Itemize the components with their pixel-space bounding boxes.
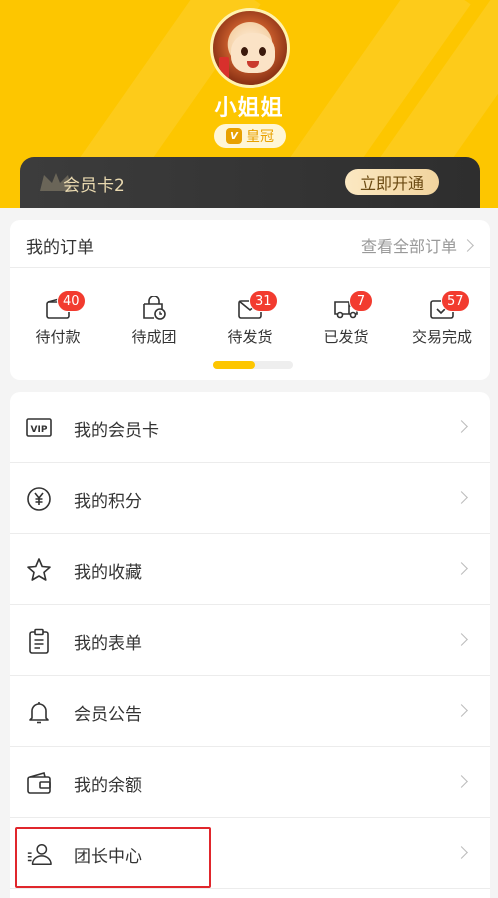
menu-item-forms[interactable]: 我的表单 bbox=[10, 605, 490, 676]
order-scroll-thumb bbox=[213, 361, 255, 369]
chevron-right-icon bbox=[455, 562, 468, 575]
level-label: 皇冠 bbox=[246, 129, 274, 145]
svg-text:VIP: VIP bbox=[31, 425, 48, 435]
member-card-title: 会员卡2 bbox=[63, 176, 125, 196]
menu-item-label: 会员公告 bbox=[74, 705, 142, 725]
wallet-balance-icon bbox=[27, 772, 51, 794]
chevron-right-icon bbox=[455, 704, 468, 717]
bell-icon bbox=[29, 702, 49, 724]
badge-count: 40 bbox=[57, 290, 86, 312]
username: 小姐姐 bbox=[214, 96, 284, 121]
menu-item-label: 我的会员卡 bbox=[74, 421, 159, 441]
order-status-pending-payment[interactable]: 40 待付款 bbox=[13, 290, 103, 350]
badge-count: 57 bbox=[441, 290, 470, 312]
menu-item-member-card[interactable]: VIP 我的会员卡 bbox=[10, 392, 490, 463]
yen-coin-icon bbox=[27, 487, 51, 511]
order-status-completed[interactable]: 57 交易完成 bbox=[397, 290, 487, 350]
order-status-label: 已发货 bbox=[323, 328, 369, 346]
menu-item-label: 我的余额 bbox=[74, 776, 142, 796]
chevron-right-icon bbox=[455, 491, 468, 504]
member-card-banner[interactable]: 会员卡2 立即开通 bbox=[20, 157, 480, 208]
menu-item-label: 我的收藏 bbox=[74, 563, 142, 583]
order-status-label: 交易完成 bbox=[411, 328, 472, 346]
clipboard-icon bbox=[29, 628, 49, 654]
chevron-right-icon bbox=[455, 633, 468, 646]
chevron-right-icon bbox=[455, 420, 468, 433]
level-badge: V 皇冠 bbox=[214, 124, 286, 148]
badge-count: 7 bbox=[349, 290, 373, 312]
orders-card: 我的订单 查看全部订单 40 待付款 待成团 31 待发货 7 已发货 57 交… bbox=[10, 220, 490, 380]
menu-item-balance[interactable]: 我的余额 bbox=[10, 747, 490, 818]
order-status-pending-group[interactable]: 待成团 bbox=[109, 290, 199, 350]
bag-clock-icon bbox=[143, 296, 166, 320]
chevron-right-icon bbox=[455, 775, 468, 788]
orders-title: 我的订单 bbox=[26, 238, 94, 258]
menu-item-label: 我的表单 bbox=[74, 634, 142, 654]
chevron-right-icon bbox=[461, 238, 474, 252]
menu-list: VIP 我的会员卡 我的积分 我的收藏 我的表单 会员公告 我的余额 团长中心 bbox=[10, 392, 490, 898]
view-all-orders-label: 查看全部订单 bbox=[360, 237, 457, 256]
order-status-label: 待成团 bbox=[131, 328, 177, 346]
orders-header[interactable]: 我的订单 查看全部订单 bbox=[10, 220, 490, 268]
order-status-label: 待发货 bbox=[227, 328, 273, 346]
open-membership-button[interactable]: 立即开通 bbox=[345, 169, 439, 195]
order-scroll-indicator bbox=[213, 361, 293, 369]
view-all-orders-link[interactable]: 查看全部订单 bbox=[360, 233, 474, 257]
menu-item-announcements[interactable]: 会员公告 bbox=[10, 676, 490, 747]
selection-highlight bbox=[15, 827, 211, 888]
avatar[interactable] bbox=[210, 8, 290, 88]
badge-count: 31 bbox=[249, 290, 278, 312]
star-icon bbox=[27, 558, 51, 581]
menu-item-points[interactable]: 我的积分 bbox=[10, 463, 490, 534]
vip-icon: VIP bbox=[26, 418, 52, 437]
chevron-right-icon bbox=[455, 846, 468, 859]
vip-level-icon: V bbox=[226, 128, 242, 144]
menu-item-favorites[interactable]: 我的收藏 bbox=[10, 534, 490, 605]
order-status-shipped[interactable]: 7 已发货 bbox=[301, 290, 391, 350]
order-status-label: 待付款 bbox=[35, 328, 81, 346]
order-status-pending-shipment[interactable]: 31 待发货 bbox=[205, 290, 295, 350]
profile-header: 小姐姐 V 皇冠 会员卡2 立即开通 bbox=[0, 0, 498, 208]
menu-item-label: 我的积分 bbox=[74, 492, 142, 512]
